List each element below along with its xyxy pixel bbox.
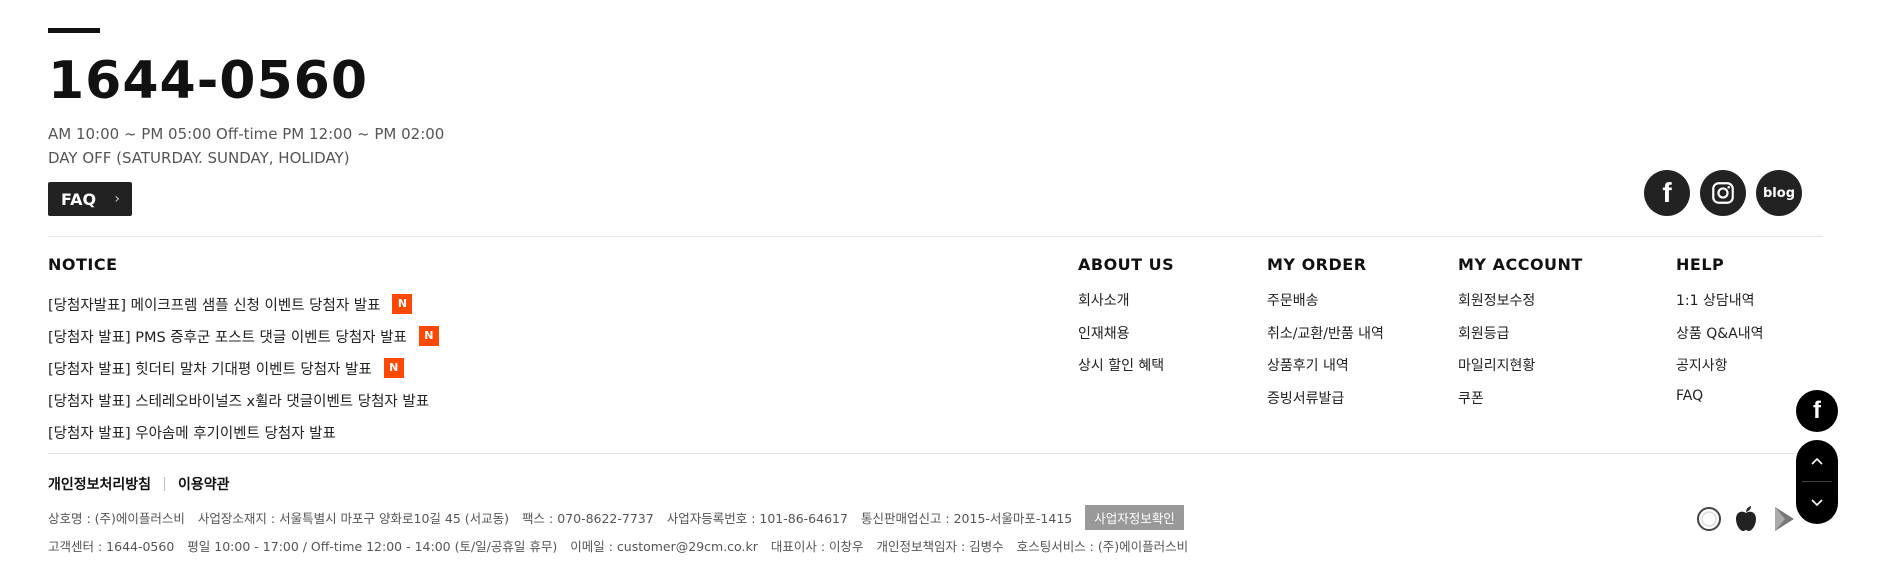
privacy-officer: 개인정보책임자 : 김병수 xyxy=(876,539,1004,554)
my-account-links: 회원정보수정 회원등급 마일리지현황 쿠폰 xyxy=(1458,290,1535,420)
notice-text: [당첨자 발표] 우아솜메 후기이벤트 당첨자 발표 xyxy=(48,425,336,442)
certification-mark-icon[interactable] xyxy=(1695,505,1723,533)
notice-item[interactable]: [당첨자 발표] PMS 증후군 포스트 댓글 이벤트 당첨자 발표 N xyxy=(48,320,439,352)
blog-link[interactable]: blog xyxy=(1756,170,1802,216)
menu-link[interactable]: 상품후기 내역 xyxy=(1267,355,1384,388)
notice-text: [당첨자 발표] PMS 증후군 포스트 댓글 이벤트 당첨자 발표 xyxy=(48,329,407,346)
hours-line: AM 10:00 ~ PM 05:00 Off-time PM 12:00 ~ … xyxy=(48,125,445,143)
apple-icon xyxy=(1736,506,1756,531)
menu-link[interactable]: 마일리지현황 xyxy=(1458,355,1535,388)
company-name: 상호명 : (주)에이플러스비 xyxy=(48,511,185,526)
menu-link[interactable]: 회사소개 xyxy=(1078,290,1164,323)
floating-facebook-button[interactable]: f xyxy=(1796,390,1838,432)
customer-center: 고객센터 : 1644-0560 xyxy=(48,539,175,554)
help-title: HELP xyxy=(1676,255,1725,274)
notice-item[interactable]: [당첨자 발표] 힛더티 말차 기대평 이벤트 당첨자 발표 N xyxy=(48,352,439,384)
new-badge: N xyxy=(383,358,404,378)
notice-item[interactable]: [당첨자발표] 메이크프렘 샘플 신청 이벤트 당첨자 발표 N xyxy=(48,288,439,320)
menu-link[interactable]: 상품 Q&A내역 xyxy=(1676,323,1763,356)
facebook-link[interactable]: f xyxy=(1644,170,1690,216)
scroll-bottom-button[interactable] xyxy=(1796,482,1838,524)
business-number: 사업자등록번호 : 101-86-64617 xyxy=(666,511,848,526)
new-badge: N xyxy=(392,294,413,314)
chevron-right-icon: › xyxy=(114,191,120,207)
menu-link[interactable]: 쿠폰 xyxy=(1458,388,1535,421)
notice-title: NOTICE xyxy=(48,255,118,274)
scroll-controls xyxy=(1796,440,1838,524)
help-links: 1:1 상담내역 상품 Q&A내역 공지사항 FAQ xyxy=(1676,290,1763,420)
my-account-title: MY ACCOUNT xyxy=(1458,255,1583,274)
business-info-button[interactable]: 사업자정보확인 xyxy=(1085,505,1184,530)
company-address: 사업장소재지 : 서울특별시 마포구 양화로10길 45 (서교동) xyxy=(197,511,510,526)
notice-text: [당첨자 발표] 스테레오바이널즈 x휠라 댓글이벤트 당첨자 발표 xyxy=(48,393,430,410)
faq-button-label: FAQ xyxy=(61,189,97,209)
facebook-icon: f xyxy=(1813,397,1821,424)
company-info-line-2: 고객센터 : 1644-0560 평일 10:00 - 17:00 / Off-… xyxy=(48,536,1201,555)
menu-link[interactable]: FAQ xyxy=(1676,388,1763,421)
hosting-service: 호스팅서비스 : (주)에이플러스비 xyxy=(1016,539,1189,554)
business-hours: AM 10:00 ~ PM 05:00 Off-time PM 12:00 ~ … xyxy=(48,122,444,170)
notice-text: [당첨자 발표] 힛더티 말차 기대평 이벤트 당첨자 발표 xyxy=(48,361,372,378)
company-info-line-1: 상호명 : (주)에이플러스비 사업장소재지 : 서울특별시 마포구 양화로10… xyxy=(48,505,1197,530)
chevron-down-icon xyxy=(1811,499,1823,507)
menu-link[interactable]: 회원정보수정 xyxy=(1458,290,1535,323)
weekday-hours: 평일 10:00 - 17:00 / Off-time 12:00 - 14:0… xyxy=(187,539,558,554)
menu-link[interactable]: 증빙서류발급 xyxy=(1267,388,1384,421)
privacy-policy-link[interactable]: 개인정보처리방침 xyxy=(48,474,151,494)
menu-link[interactable]: 취소/교환/반품 내역 xyxy=(1267,323,1384,356)
section-divider xyxy=(48,236,1823,237)
divider-bar xyxy=(48,28,100,33)
about-us-links: 회사소개 인재채용 상시 할인 혜택 xyxy=(1078,290,1164,388)
notice-item[interactable]: [당첨자 발표] 우아솜메 후기이벤트 당첨자 발표 xyxy=(48,416,439,448)
instagram-link[interactable] xyxy=(1700,170,1746,216)
instagram-icon xyxy=(1712,182,1734,204)
menu-link[interactable]: 상시 할인 혜택 xyxy=(1078,355,1164,388)
mail-order-number: 통신판매업신고 : 2015-서울마포-1415 xyxy=(860,511,1073,526)
dayoff-line: DAY OFF (SATURDAY. SUNDAY, HOLIDAY) xyxy=(48,149,350,167)
about-us-title: ABOUT US xyxy=(1078,255,1175,274)
faq-button[interactable]: FAQ › xyxy=(48,182,132,216)
menu-link[interactable]: 인재채용 xyxy=(1078,323,1164,356)
new-badge: N xyxy=(418,326,439,346)
facebook-icon: f xyxy=(1662,177,1672,208)
chevron-up-icon xyxy=(1811,457,1823,465)
menu-link[interactable]: 주문배송 xyxy=(1267,290,1384,323)
my-order-links: 주문배송 취소/교환/반품 내역 상품후기 내역 증빙서류발급 xyxy=(1267,290,1384,420)
menu-link[interactable]: 1:1 상담내역 xyxy=(1676,290,1763,323)
terms-link[interactable]: 이용약관 xyxy=(178,474,230,494)
company-email: 이메일 : customer@29cm.co.kr xyxy=(570,539,758,554)
section-divider xyxy=(48,453,1823,454)
menu-link[interactable]: 회원등급 xyxy=(1458,323,1535,356)
play-store-icon xyxy=(1775,507,1794,531)
notice-list: [당첨자발표] 메이크프렘 샘플 신청 이벤트 당첨자 발표 N [당첨자 발표… xyxy=(48,288,439,448)
menu-link[interactable]: 공지사항 xyxy=(1676,355,1763,388)
notice-item[interactable]: [당첨자 발표] 스테레오바이널즈 x휠라 댓글이벤트 당첨자 발표 xyxy=(48,384,439,416)
company-fax: 팩스 : 070-8622-7737 xyxy=(522,511,654,526)
notice-text: [당첨자발표] 메이크프렘 샘플 신청 이벤트 당첨자 발표 xyxy=(48,297,381,314)
my-order-title: MY ORDER xyxy=(1267,255,1367,274)
policy-links: 개인정보처리방침 이용약관 xyxy=(48,474,230,494)
google-play-link[interactable] xyxy=(1770,505,1798,533)
blog-icon: blog xyxy=(1763,185,1795,201)
circle-mark-icon xyxy=(1697,507,1721,531)
scroll-top-button[interactable] xyxy=(1796,440,1838,482)
ceo: 대표이사 : 이창우 xyxy=(770,539,864,554)
customer-phone: 1644-0560 xyxy=(48,51,369,111)
app-store-link[interactable] xyxy=(1732,505,1760,533)
separator xyxy=(164,477,166,491)
